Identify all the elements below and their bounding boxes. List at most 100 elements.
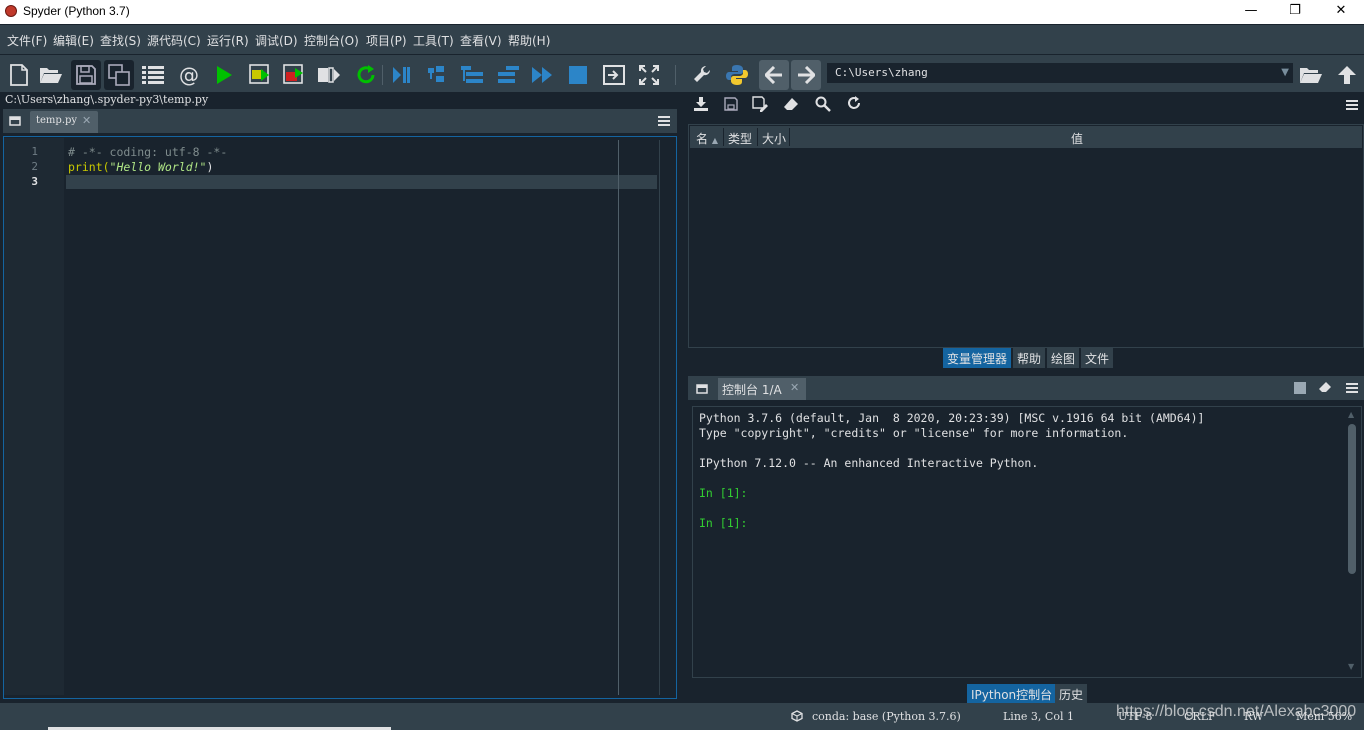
tab-variable-explorer[interactable]: 变量管理器	[943, 348, 1012, 368]
console-options-menu-icon[interactable]	[1346, 383, 1358, 393]
working-directory-combo[interactable]: C:\Users\zhang ▼	[826, 62, 1294, 84]
console-prompt: In [1]:	[699, 516, 748, 530]
save-data-as-icon[interactable]	[752, 96, 768, 115]
rerun-icon[interactable]	[351, 60, 381, 90]
menu-run[interactable]: 运行(R)	[207, 32, 249, 49]
sort-ascending-icon: ▲	[711, 136, 718, 145]
menu-file[interactable]: 文件(F)	[7, 32, 47, 49]
line-number: 2	[31, 160, 38, 173]
chevron-down-icon[interactable]: ▼	[1281, 67, 1289, 78]
save-data-icon[interactable]	[724, 97, 738, 114]
stop-icon[interactable]	[563, 60, 593, 90]
editor-file-path: C:\Users\zhang\.spyder-py3\temp.py	[5, 93, 209, 106]
menu-console[interactable]: 控制台(O)	[304, 32, 359, 49]
variable-table-header: 名 ▲ 类型 大小 值	[690, 126, 1362, 148]
tab-history[interactable]: 历史	[1055, 684, 1088, 704]
run-cell-icon[interactable]	[245, 60, 275, 90]
forward-arrow-icon[interactable]	[791, 60, 821, 90]
variable-explorer-options-icon[interactable]	[1346, 100, 1358, 110]
edge-line-marker	[618, 140, 619, 695]
open-folder-icon[interactable]	[36, 60, 66, 90]
save-all-icon[interactable]	[104, 60, 134, 90]
back-arrow-icon[interactable]	[759, 60, 789, 90]
console-banner-line: Python 3.7.6 (default, Jan 8 2020, 20:23…	[699, 411, 1205, 425]
search-icon[interactable]	[815, 96, 831, 115]
browse-tabs-icon[interactable]	[9, 115, 21, 129]
close-button[interactable]: ✕	[1318, 0, 1364, 24]
console-banner-line: IPython 7.12.0 -- An enhanced Interactiv…	[699, 456, 1039, 470]
line-number-current: 3	[31, 175, 38, 188]
menu-help[interactable]: 帮助(H)	[508, 32, 550, 49]
console-tab-label: 控制台 1/A	[722, 383, 782, 397]
status-conda-env: conda: base (Python 3.7.6)	[812, 710, 961, 723]
tab-ipython-console[interactable]: IPython控制台	[967, 684, 1057, 704]
python-path-icon[interactable]	[722, 60, 752, 90]
working-directory-value: C:\Users\zhang	[835, 66, 928, 79]
console-banner-line: Type "copyright", "credits" or "license"…	[699, 426, 1129, 440]
run-cell-advance-icon[interactable]	[279, 60, 309, 90]
code-editor[interactable]	[3, 136, 677, 699]
line-number: 1	[31, 145, 38, 158]
debug-icon[interactable]	[386, 60, 416, 90]
tab-plots[interactable]: 绘图	[1047, 348, 1080, 368]
editor-scrollbar[interactable]	[659, 140, 673, 695]
ipython-console[interactable]	[692, 406, 1362, 678]
menu-search[interactable]: 查找(S)	[100, 32, 141, 49]
scrollbar-thumb[interactable]	[1348, 424, 1356, 574]
menu-debug[interactable]: 调试(D)	[255, 32, 298, 49]
step-icon[interactable]	[422, 60, 452, 90]
scroll-up-icon[interactable]: ▲	[1348, 410, 1354, 419]
browse-folder-icon[interactable]	[1296, 60, 1326, 90]
at-symbol-icon[interactable]: @	[174, 60, 204, 90]
step-return-icon[interactable]	[493, 60, 523, 90]
run-icon[interactable]	[209, 60, 239, 90]
console-prompt: In [1]:	[699, 486, 748, 500]
tab-console-1[interactable]: 控制台 1/A ✕	[718, 378, 806, 400]
menu-view[interactable]: 查看(V)	[460, 32, 502, 49]
column-value[interactable]: 值	[1071, 130, 1083, 147]
watermark-text: https://blog.csdn.net/Alexabc3000	[1116, 703, 1357, 720]
tab-help[interactable]: 帮助	[1013, 348, 1046, 368]
clear-console-eraser-icon[interactable]	[1318, 381, 1332, 396]
preferences-wrench-icon[interactable]	[688, 60, 718, 90]
new-file-icon[interactable]	[4, 60, 34, 90]
window-title: Spyder (Python 3.7)	[23, 4, 130, 18]
close-tab-icon[interactable]: ✕	[82, 114, 91, 127]
variable-explorer-table[interactable]	[688, 124, 1364, 348]
tab-files[interactable]: 文件	[1081, 348, 1114, 368]
step-into-icon[interactable]	[457, 60, 487, 90]
refresh-icon[interactable]	[847, 96, 861, 113]
menu-projects[interactable]: 项目(P)	[366, 32, 407, 49]
menu-tools[interactable]: 工具(T)	[413, 32, 454, 49]
restore-button[interactable]: ❐	[1272, 0, 1318, 24]
eraser-icon[interactable]	[783, 97, 799, 114]
console-scrollbar[interactable]: ▲ ▼	[1345, 410, 1359, 672]
tab-temp-py[interactable]: temp.py ✕	[30, 111, 98, 133]
editor-options-menu-icon[interactable]	[658, 116, 670, 126]
title-bar: Spyder (Python 3.7) — ❐ ✕	[0, 0, 1364, 24]
fullscreen-icon[interactable]	[634, 60, 664, 90]
code-line-2: print("Hello World!")	[68, 160, 213, 174]
pane-splitter[interactable]	[680, 92, 688, 704]
code-line-1-comment: # -*- coding: utf-8 -*-	[68, 145, 228, 159]
import-data-icon[interactable]	[694, 97, 708, 114]
column-name[interactable]: 名 ▲	[696, 130, 718, 147]
interrupt-kernel-stop-icon[interactable]	[1294, 382, 1306, 394]
column-type[interactable]: 类型	[728, 130, 752, 147]
scroll-down-icon[interactable]: ▼	[1348, 662, 1354, 671]
close-console-icon[interactable]: ✕	[790, 381, 799, 394]
menu-edit[interactable]: 编辑(E)	[53, 32, 94, 49]
column-size[interactable]: 大小	[762, 130, 786, 147]
status-cursor-position: Line 3, Col 1	[1003, 710, 1074, 723]
continue-icon[interactable]	[527, 60, 557, 90]
parent-dir-up-icon[interactable]	[1332, 60, 1362, 90]
minimize-button[interactable]: —	[1228, 0, 1274, 24]
browse-tabs-icon[interactable]	[696, 383, 708, 397]
save-icon[interactable]	[71, 60, 101, 90]
run-selection-icon[interactable]	[314, 60, 344, 90]
menu-source[interactable]: 源代码(C)	[147, 32, 201, 49]
conda-cube-icon	[791, 710, 803, 725]
maximize-pane-icon[interactable]	[599, 60, 629, 90]
line-number-gutter: 1 2 3	[4, 138, 64, 695]
outline-list-icon[interactable]	[138, 60, 168, 90]
